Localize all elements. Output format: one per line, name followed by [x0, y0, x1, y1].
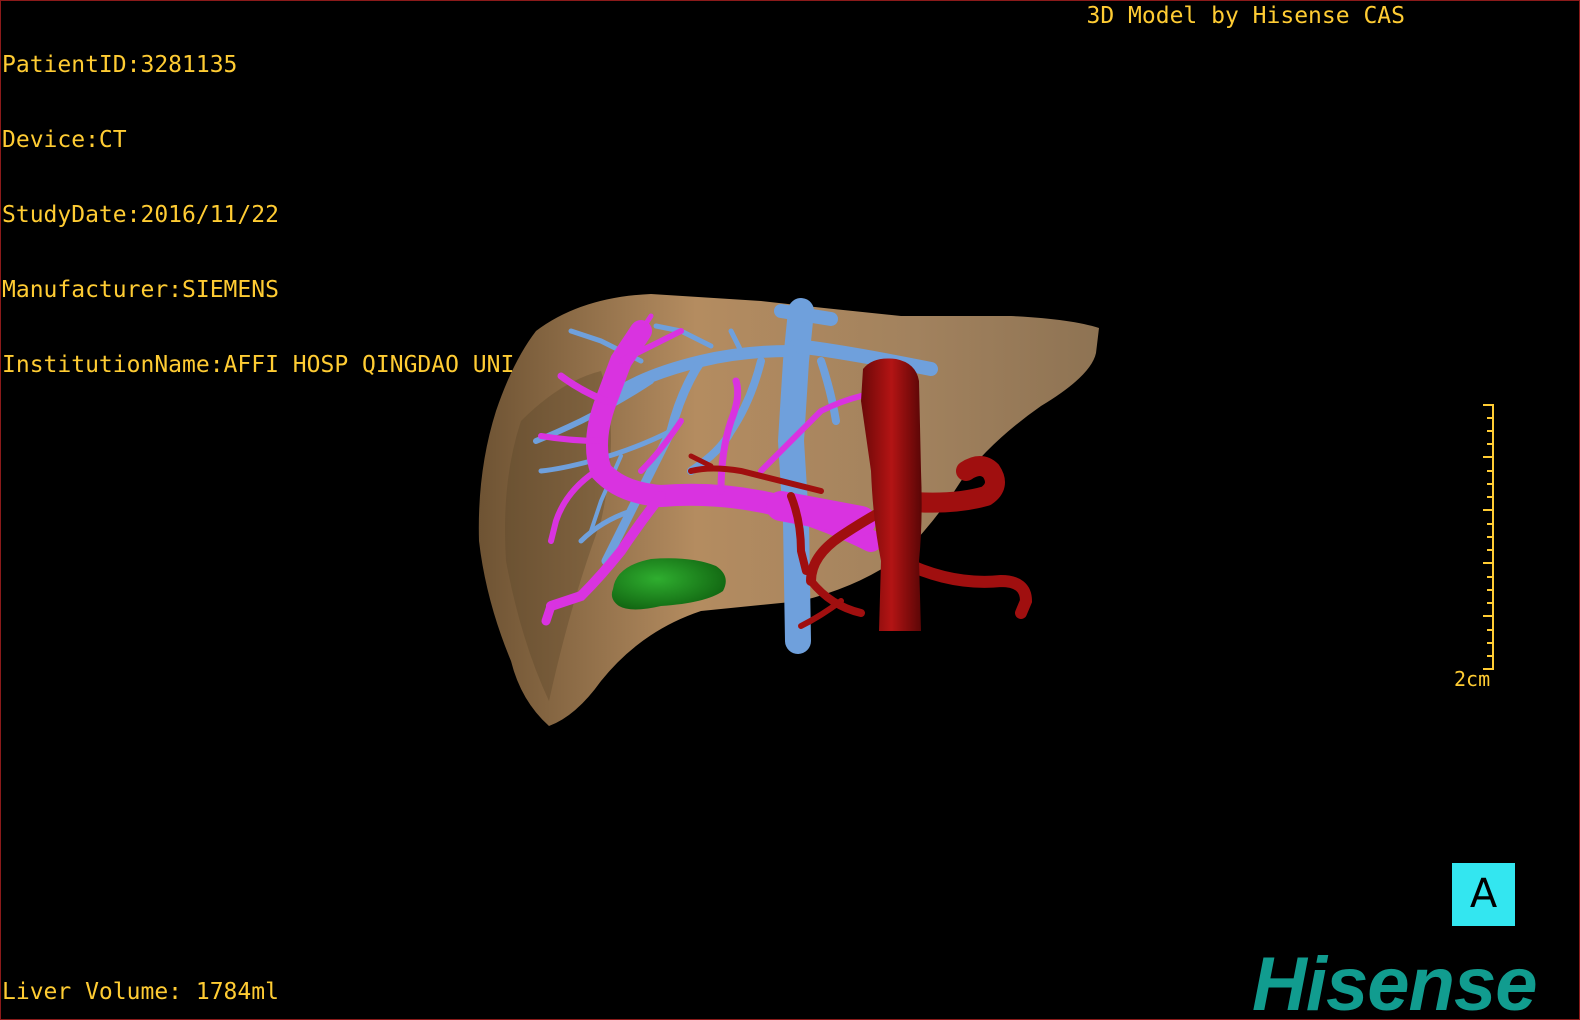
liver-volume-text: Liver Volume: 1784ml [2, 979, 279, 1005]
model-credit-text: 3D Model by Hisense CAS [1086, 3, 1406, 29]
manufacturer-text: Manufacturer:SIEMENS [2, 277, 279, 303]
institution-text: InstitutionName:AFFI HOSP QINGDAO UNI [2, 352, 515, 378]
patient-id-text: PatientID:3281135 [2, 52, 238, 78]
scale-bar [1483, 404, 1494, 670]
orientation-marker-button[interactable]: A [1452, 863, 1515, 926]
hisense-logo: Hisense [1252, 942, 1537, 1020]
scale-label: 2cm [1454, 667, 1491, 691]
patient-info-block: PatientID:3281135 Device:CT StudyDate:20… [2, 3, 514, 428]
3d-viewport[interactable]: PatientID:3281135 Device:CT StudyDate:20… [0, 0, 1580, 1020]
study-date-text: StudyDate:2016/11/22 [2, 202, 279, 228]
device-text: Device:CT [2, 127, 127, 153]
